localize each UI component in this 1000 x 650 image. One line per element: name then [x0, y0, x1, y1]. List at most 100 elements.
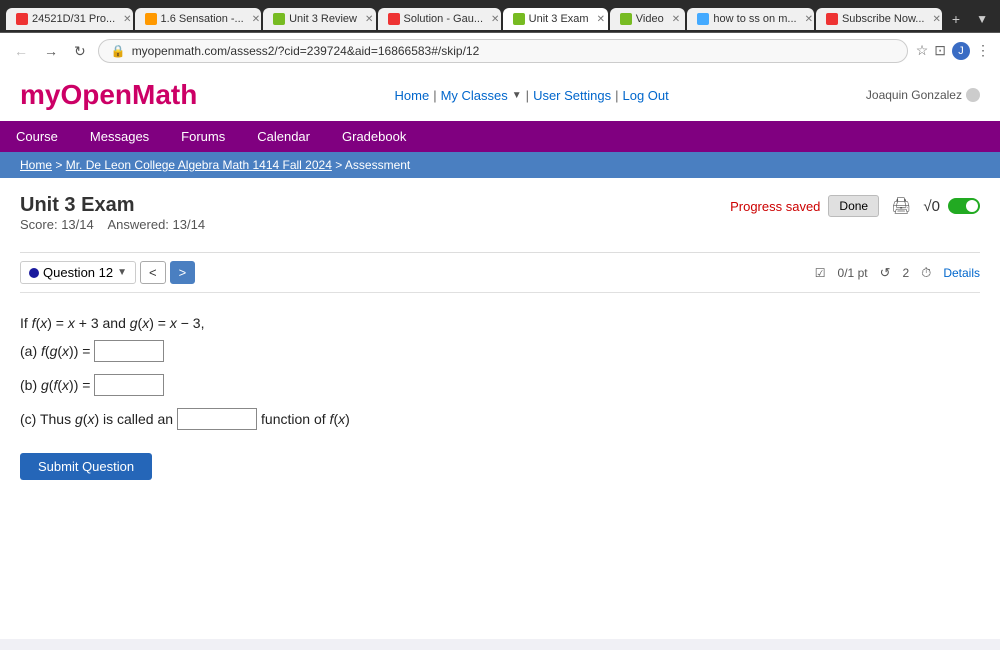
tab-5[interactable]: Unit 3 Exam ✕	[503, 8, 608, 30]
tab-4-close[interactable]: ✕	[491, 14, 499, 25]
question-meta: ☑ 0/1 pt ↺ 2 ⏱ Details	[815, 265, 980, 281]
tab-4-label: Solution - Gau...	[404, 13, 484, 25]
tab-3-icon	[273, 13, 285, 25]
bookmark-icon[interactable]: ☆	[916, 42, 929, 60]
tab-6[interactable]: Video ✕	[610, 8, 686, 30]
toggle-switch[interactable]	[948, 198, 980, 214]
menu-calendar[interactable]: Calendar	[241, 121, 326, 152]
part-c-row: (c) Thus g(x) is called an function of f…	[20, 405, 980, 433]
tab-4-icon	[388, 13, 400, 25]
logo: myOpenMath	[20, 79, 197, 111]
tab-1-close[interactable]: ✕	[123, 14, 131, 25]
cast-icon[interactable]: ⊡	[934, 42, 946, 60]
menu-messages[interactable]: Messages	[74, 121, 165, 152]
tab-2-close[interactable]: ✕	[252, 14, 260, 25]
tab-6-label: Video	[636, 13, 664, 25]
menu-forums[interactable]: Forums	[165, 121, 241, 152]
browser-chrome: 24521D/31 Pro... ✕ 1.6 Sensation -... ✕ …	[0, 0, 1000, 69]
pts-value: 0/1 pt	[838, 266, 868, 280]
tab-6-close[interactable]: ✕	[672, 14, 680, 25]
user-info: Joaquin Gonzalez	[866, 88, 980, 102]
tab-7-icon	[697, 13, 709, 25]
tab-3-close[interactable]: ✕	[365, 14, 373, 25]
logout-link[interactable]: Log Out	[623, 88, 669, 103]
clock-icon: ⏱	[921, 265, 931, 281]
answered-value: 13/14	[173, 217, 206, 232]
question-dropdown-arrow-icon[interactable]: ▼	[117, 267, 127, 278]
nav-separator-1: |	[433, 88, 436, 103]
part-b-input[interactable]	[94, 374, 164, 396]
home-link[interactable]: Home	[395, 88, 430, 103]
tab-8[interactable]: Subscribe Now... ✕	[816, 8, 942, 30]
part-a-input[interactable]	[94, 340, 164, 362]
progress-saved-text: Progress saved	[730, 199, 820, 214]
refresh-button[interactable]: ↻	[70, 41, 90, 62]
back-button[interactable]: ←	[10, 41, 32, 61]
tab-2[interactable]: 1.6 Sensation -... ✕	[135, 8, 262, 30]
next-question-button[interactable]: >	[170, 261, 196, 284]
breadcrumb-course[interactable]: Mr. De Leon College Algebra Math 1414 Fa…	[66, 158, 332, 172]
tab-8-label: Subscribe Now...	[842, 13, 925, 25]
url-bar[interactable]: 🔒 myopenmath.com/assess2/?cid=239724&aid…	[98, 39, 908, 63]
progress-section: Progress saved Done 🖨 √0	[730, 194, 980, 218]
tab-6-icon	[620, 13, 632, 25]
tab-overflow-button[interactable]: ▼	[970, 7, 994, 31]
tab-8-close[interactable]: ✕	[932, 14, 940, 25]
tab-bar: 24521D/31 Pro... ✕ 1.6 Sensation -... ✕ …	[0, 0, 1000, 32]
question-number-label: Question 12	[43, 265, 113, 280]
menu-gradebook[interactable]: Gradebook	[326, 121, 422, 152]
question-header: Unit 3 Exam Score: 13/14 Answered: 13/14…	[20, 194, 980, 244]
main-content: Unit 3 Exam Score: 13/14 Answered: 13/14…	[0, 178, 1000, 496]
dropdown-arrow-icon[interactable]: ▼	[512, 90, 522, 101]
menu-icon[interactable]: ⋮	[976, 42, 990, 60]
lock-icon: 🔒	[111, 44, 126, 58]
tab-7-close[interactable]: ✕	[805, 14, 813, 25]
retry-count: 2	[902, 266, 909, 280]
breadcrumb-home[interactable]: Home	[20, 158, 52, 172]
url-text: myopenmath.com/assess2/?cid=239724&aid=1…	[132, 44, 480, 58]
user-name: Joaquin Gonzalez	[866, 88, 962, 102]
separator-line	[20, 252, 980, 253]
details-link[interactable]: Details	[943, 266, 980, 280]
logo-text: myOpenMath	[20, 79, 197, 110]
tab-1-icon	[16, 13, 28, 25]
tab-5-icon	[513, 13, 525, 25]
print-button[interactable]: 🖨	[887, 194, 915, 218]
question-title: Unit 3 Exam	[20, 194, 205, 217]
user-settings-link[interactable]: User Settings	[533, 88, 611, 103]
score-value: 13/14	[61, 217, 94, 232]
tab-7-label: how to ss on m...	[713, 13, 796, 25]
tab-1[interactable]: 24521D/31 Pro... ✕	[6, 8, 133, 30]
my-classes-link[interactable]: My Classes	[441, 88, 508, 103]
menu-course[interactable]: Course	[0, 121, 74, 152]
forward-button[interactable]: →	[40, 41, 62, 61]
tab-4[interactable]: Solution - Gau... ✕	[378, 8, 501, 30]
tab-5-label: Unit 3 Exam	[529, 13, 589, 25]
math-problem: If f(x) = x + 3 and g(x) = x − 3, (a) f(…	[20, 309, 980, 433]
part-a-label: (a) f(g(x)) =	[20, 337, 90, 365]
part-b-label: (b) g(f(x)) =	[20, 371, 90, 399]
tab-5-close[interactable]: ✕	[597, 14, 605, 25]
retry-icon: ↺	[880, 265, 891, 281]
breadcrumb-sep-2: >	[335, 158, 345, 172]
breadcrumb-sep-1: >	[55, 158, 65, 172]
done-button[interactable]: Done	[828, 195, 879, 217]
address-actions: ☆ ⊡ J ⋮	[916, 42, 990, 60]
sqrt-icon: √0	[923, 198, 940, 215]
site-header: myOpenMath Home | My Classes ▼ | User Se…	[0, 69, 1000, 121]
part-c-input[interactable]	[177, 408, 257, 430]
profile-icon[interactable]: J	[952, 42, 970, 60]
part-c-suffix: function of f(x)	[261, 405, 350, 433]
tab-1-label: 24521D/31 Pro...	[32, 13, 115, 25]
part-b-row: (b) g(f(x)) =	[20, 371, 980, 399]
submit-question-button[interactable]: Submit Question	[20, 453, 152, 480]
tab-3[interactable]: Unit 3 Review ✕	[263, 8, 375, 30]
header-nav: Home | My Classes ▼ | User Settings | Lo…	[395, 88, 669, 103]
tab-7[interactable]: how to ss on m... ✕	[687, 8, 814, 30]
logo-math: Math	[132, 79, 197, 110]
new-tab-button[interactable]: +	[944, 6, 968, 32]
problem-statement: If f(x) = x + 3 and g(x) = x − 3,	[20, 309, 980, 337]
question-selector[interactable]: Question 12 ▼	[20, 261, 136, 284]
prev-question-button[interactable]: <	[140, 261, 166, 284]
pts-icon: ☑	[815, 266, 826, 280]
